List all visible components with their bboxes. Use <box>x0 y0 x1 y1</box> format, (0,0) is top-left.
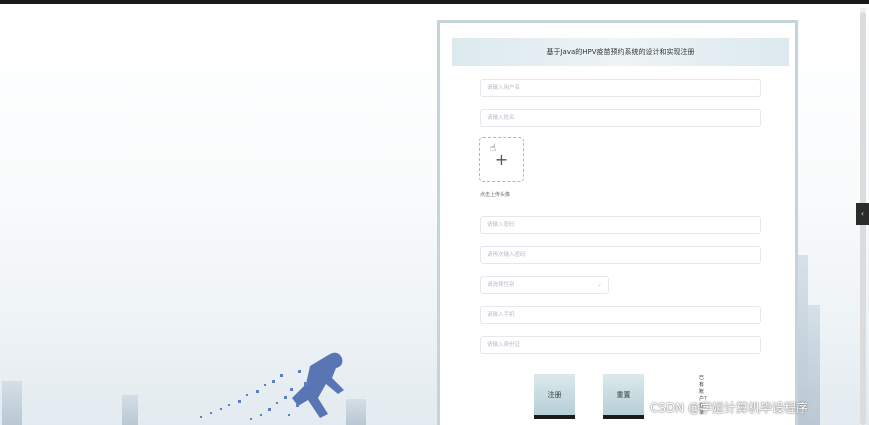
gender-select-placeholder: 请选择性别 <box>487 282 515 288</box>
register-button[interactable]: 注册 <box>534 374 575 419</box>
building <box>808 305 820 425</box>
chevron-left-icon: ‹ <box>860 209 865 218</box>
password-input[interactable] <box>480 216 761 234</box>
building <box>2 381 22 425</box>
username-input[interactable] <box>480 79 761 97</box>
gender-select[interactable]: 请选择性别 ⌄ <box>480 276 609 294</box>
watermark-text: CSDN @学姐计算机毕设程序 <box>650 401 809 415</box>
side-collapse-tab[interactable]: ‹ <box>856 203 869 225</box>
reset-button[interactable]: 重置 <box>603 374 644 419</box>
register-panel: 基于Java的HPV疫苗预约系统的设计和实现注册 + ☝ 点击上传头像 请选择性… <box>437 20 798 425</box>
plus-icon: + <box>494 150 509 169</box>
building <box>122 395 138 425</box>
name-input[interactable] <box>480 109 761 127</box>
phone-input[interactable] <box>480 306 761 324</box>
avatar-upload-label: 点击上传头像 <box>480 192 511 198</box>
hand-pointer-icon: ☝ <box>490 143 497 154</box>
avatar-uploader[interactable]: + ☝ <box>479 137 524 182</box>
form-title: 基于Java的HPV疫苗预约系统的设计和实现注册 <box>452 38 789 66</box>
running-figure-image <box>200 352 344 420</box>
chevron-down-icon: ⌄ <box>596 281 602 288</box>
confirm-password-input[interactable] <box>480 246 761 264</box>
id-card-input[interactable] <box>480 336 761 354</box>
